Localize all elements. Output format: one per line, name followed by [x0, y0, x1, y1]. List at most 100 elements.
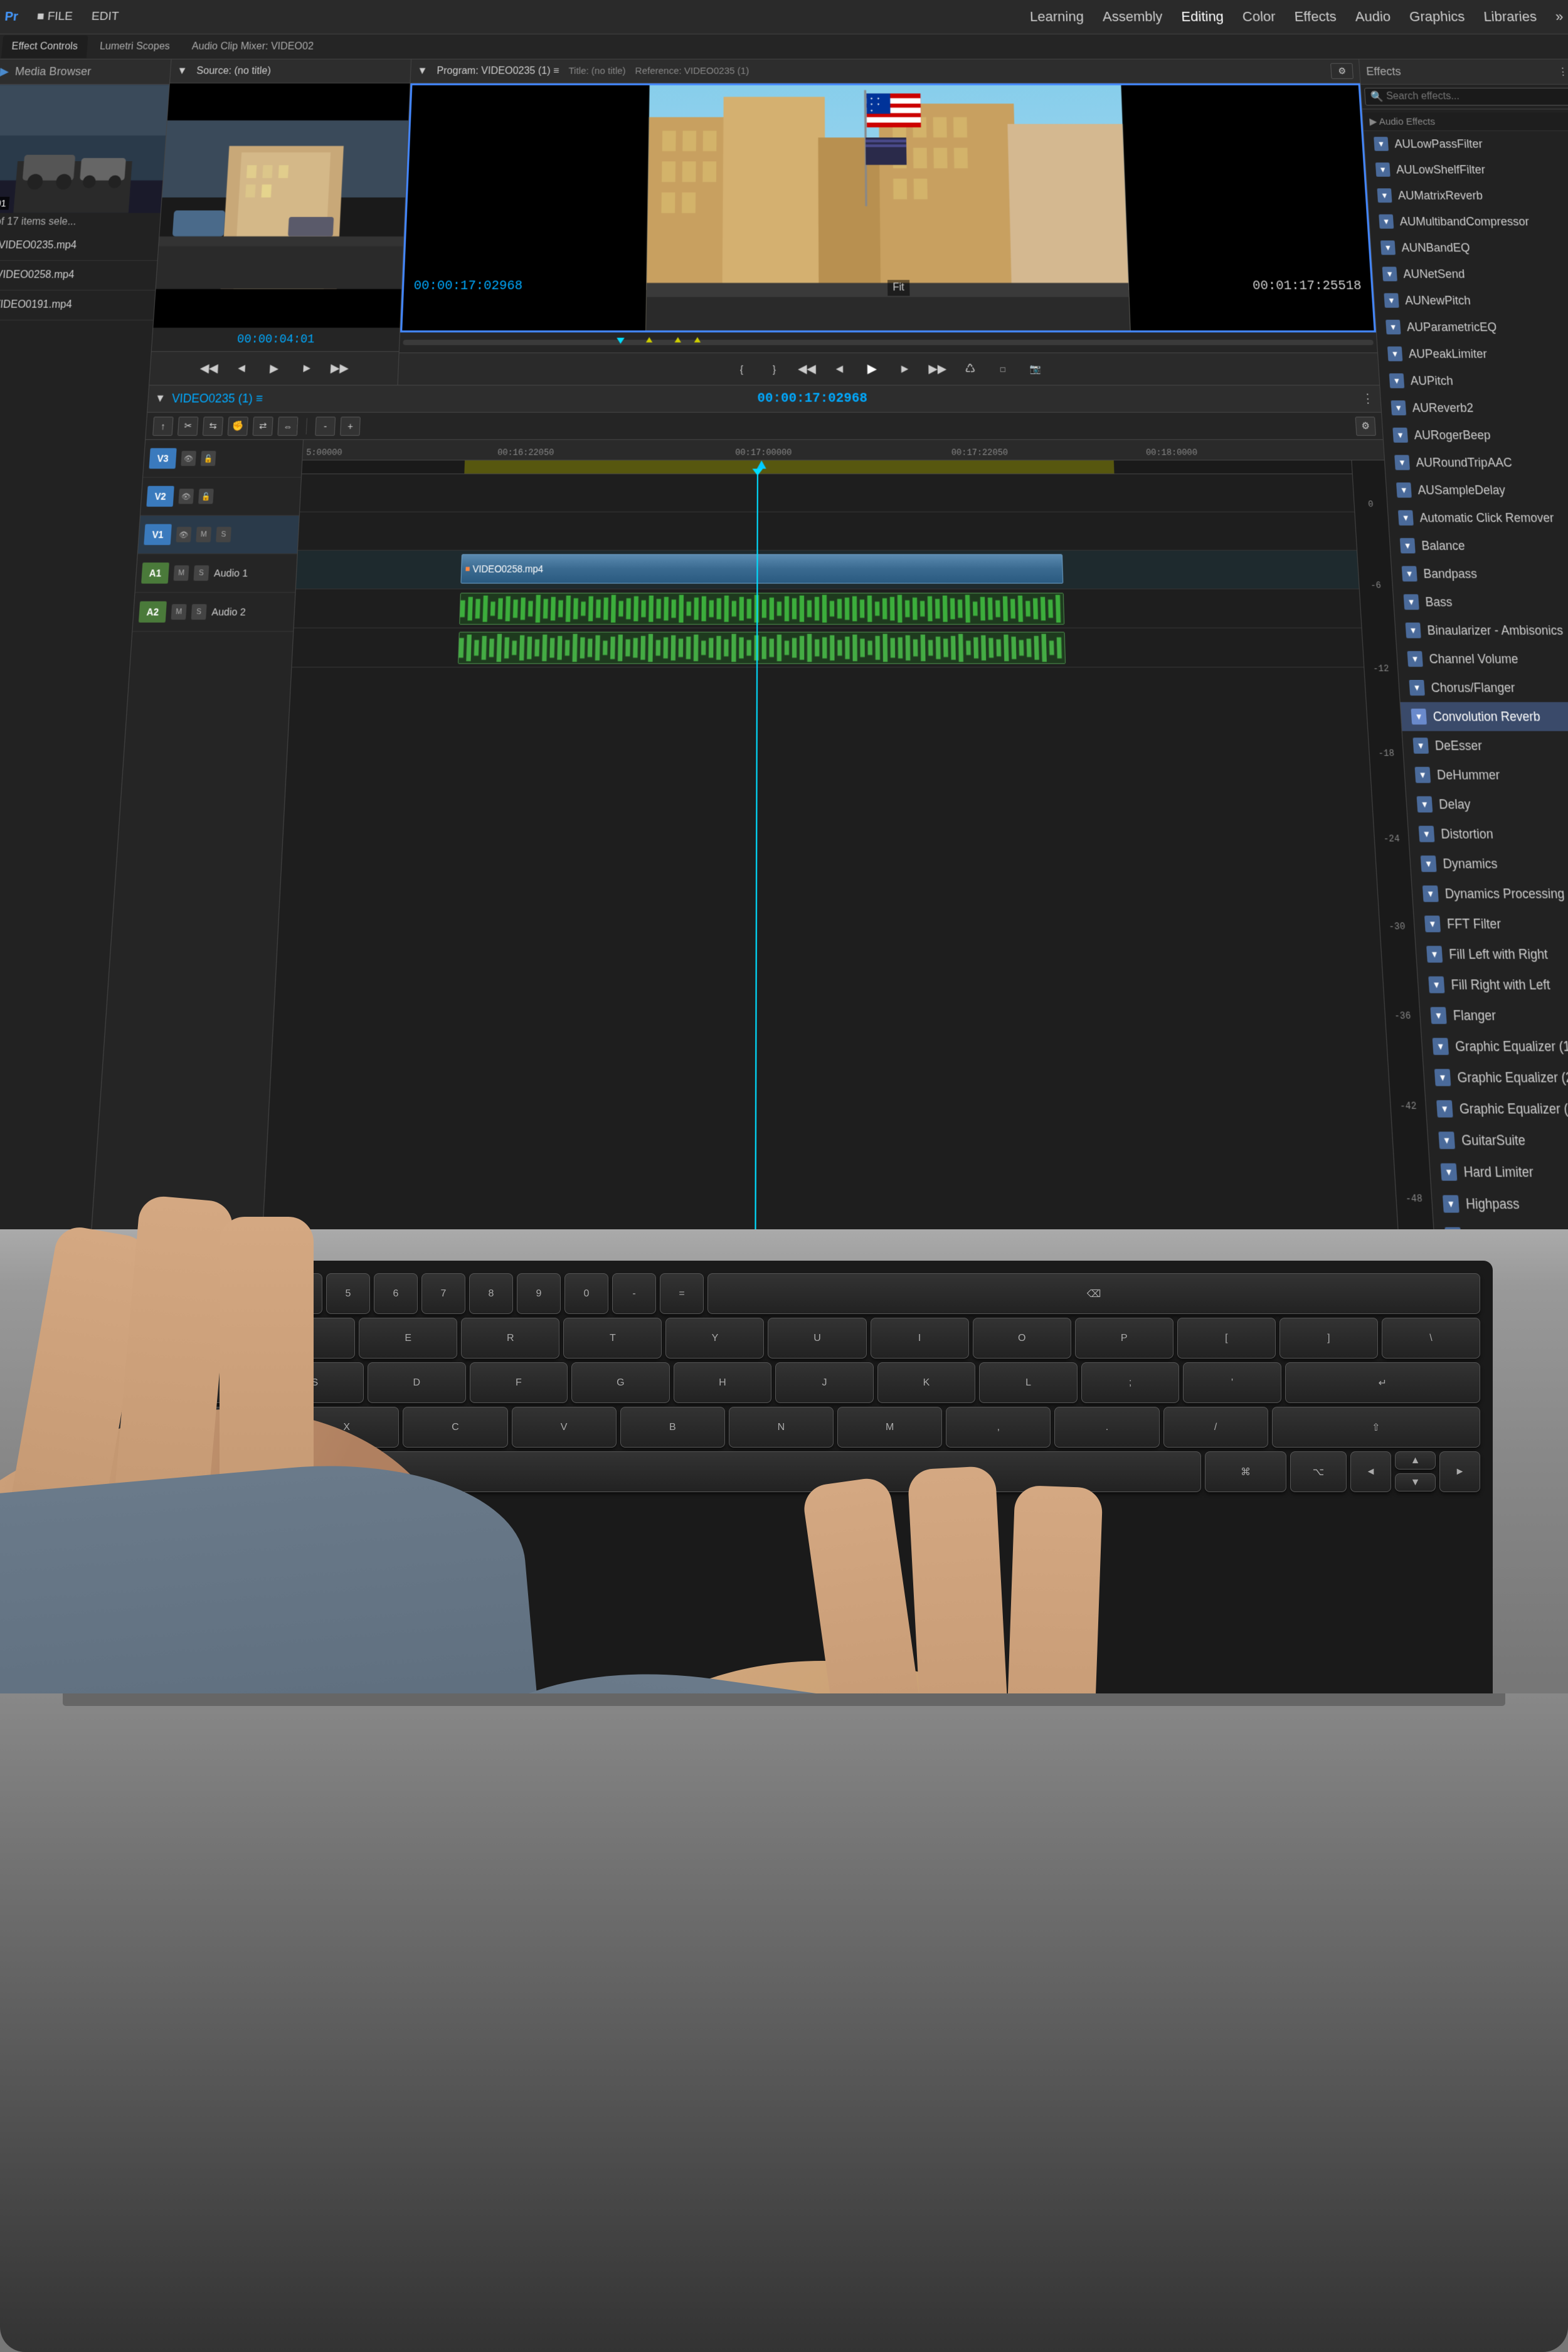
track-v1-eye[interactable]: 👁 — [176, 527, 191, 542]
media-list-item-2[interactable]: ▶ VIDEO0258.mp4 — [0, 261, 157, 290]
program-scrubber[interactable] — [400, 332, 1377, 352]
key-d[interactable]: D — [368, 1362, 466, 1403]
key-bracket-left[interactable]: [ — [1177, 1318, 1276, 1359]
key-minus[interactable]: - — [612, 1273, 656, 1314]
prog-ctrl-mark-in[interactable]: { — [732, 359, 751, 379]
track-a2-m[interactable]: M — [171, 604, 187, 620]
effect-item-graphic-eq-10[interactable]: ▼ Graphic Equalizer (10 Bands) — [1421, 1031, 1568, 1062]
media-list-item-3[interactable]: ▶ VIDEO0191.mp4 — [0, 290, 155, 320]
effect-item-aunewpitch[interactable]: ▼ AUNewPitch — [1374, 287, 1568, 314]
key-0[interactable]: 0 — [564, 1273, 608, 1314]
key-r[interactable]: R — [461, 1318, 559, 1359]
tl-tool-zoom-out[interactable]: - — [315, 416, 336, 435]
tab-audio-clip-mixer[interactable]: Audio Clip Mixer: VIDEO02 — [182, 35, 324, 58]
key-option-right[interactable]: ⌥ — [1290, 1451, 1347, 1492]
key-u[interactable]: U — [768, 1318, 866, 1359]
effect-item-flanger[interactable]: ▼ Flanger — [1419, 1000, 1568, 1031]
effect-item-highpass[interactable]: ▼ Highpass — [1431, 1188, 1568, 1220]
key-7[interactable]: 7 — [421, 1273, 465, 1314]
key-3[interactable]: 3 — [231, 1273, 275, 1314]
tl-tool-ripple[interactable]: ✂ — [177, 416, 198, 435]
key-slash[interactable]: / — [1163, 1407, 1268, 1448]
effect-item-aureverb2[interactable]: ▼ AUReverb2 — [1380, 395, 1568, 421]
key-shift-right[interactable]: ⇧ — [1272, 1407, 1480, 1448]
prog-ctrl-mark-out[interactable]: } — [765, 359, 784, 379]
key-j[interactable]: J — [775, 1362, 874, 1403]
prog-ctrl-safe-margins[interactable]: □ — [993, 359, 1013, 379]
effect-item-auparametriceq[interactable]: ▼ AUParametricEQ — [1375, 314, 1568, 341]
timeline-menu-btn[interactable]: ⋮ — [1362, 391, 1374, 406]
key-g[interactable]: G — [571, 1362, 670, 1403]
key-semicolon[interactable]: ; — [1081, 1362, 1180, 1403]
menu-graphics[interactable]: Graphics — [1409, 9, 1465, 25]
media-list-item[interactable]: ▶ VIDEO0235.mp4 — [0, 231, 159, 261]
key-tab[interactable]: Tab — [88, 1318, 151, 1359]
key-b[interactable]: B — [620, 1407, 725, 1448]
ctrl-step-fwd[interactable]: ► — [297, 358, 317, 378]
effect-item-aunetsend[interactable]: ▼ AUNetSend — [1372, 261, 1568, 287]
effect-item-fill-left[interactable]: ▼ Fill Left with Right — [1416, 939, 1568, 970]
key-2[interactable]: 2 — [183, 1273, 227, 1314]
effect-item-dynamics-processing[interactable]: ▼ Dynamics Processing — [1412, 879, 1568, 909]
menu-audio[interactable]: Audio — [1355, 9, 1391, 25]
tab-lumetri[interactable]: Lumetri Scopes — [90, 35, 181, 58]
key-option[interactable]: ⌥ — [189, 1451, 246, 1492]
menu-effects[interactable]: Effects — [1294, 9, 1337, 25]
effect-item-graphic-eq-20[interactable]: ▼ Graphic Equalizer (20 Bands) — [1423, 1062, 1568, 1093]
track-v1-m[interactable]: M — [196, 527, 211, 542]
key-caps[interactable]: Caps — [88, 1362, 160, 1403]
key-l[interactable]: L — [979, 1362, 1078, 1403]
effect-item-aunbandeq[interactable]: ▼ AUNBandEQ — [1370, 235, 1568, 261]
key-x[interactable]: X — [294, 1407, 399, 1448]
key-9[interactable]: 9 — [517, 1273, 561, 1314]
track-v3-lock[interactable]: 🔓 — [201, 451, 216, 466]
key-i[interactable]: I — [871, 1318, 969, 1359]
effect-item-hard-limiter[interactable]: ▼ Hard Limiter — [1429, 1156, 1568, 1188]
prog-ctrl-go-out[interactable]: ▶▶ — [928, 359, 948, 379]
effect-item-aurogerbeep[interactable]: ▼ AURogerBeep — [1382, 421, 1568, 449]
key-k[interactable]: K — [877, 1362, 976, 1403]
program-monitor-menu-icon[interactable]: ▼ — [417, 65, 428, 77]
effect-item-dynamics[interactable]: ▼ Dynamics — [1410, 849, 1568, 879]
key-fn[interactable]: fn — [88, 1451, 132, 1492]
key-arrow-down[interactable]: ▼ — [1395, 1473, 1436, 1491]
effect-item-aulowpassfilter[interactable]: ▼ AULowPassFilter — [1364, 131, 1568, 157]
effect-item-dehummer[interactable]: ▼ DeHummer — [1404, 760, 1568, 790]
key-h[interactable]: H — [674, 1362, 772, 1403]
key-n[interactable]: N — [729, 1407, 834, 1448]
effect-item-guitarsuite[interactable]: ▼ GuitarSuite — [1428, 1125, 1568, 1156]
key-comma[interactable]: , — [946, 1407, 1051, 1448]
menu-file[interactable]: ■ FILE — [36, 10, 73, 24]
key-v[interactable]: V — [512, 1407, 617, 1448]
prog-ctrl-step-fwd[interactable]: ► — [895, 359, 915, 379]
effect-item-delay[interactable]: ▼ Delay — [1406, 790, 1568, 819]
key-period[interactable]: . — [1054, 1407, 1159, 1448]
effect-item-balance[interactable]: ▼ Balance — [1389, 532, 1568, 560]
key-shift-left[interactable]: ⇧ — [88, 1407, 182, 1448]
tl-tool-slip[interactable]: ⇄ — [253, 416, 273, 435]
video-clip[interactable]: ■ VIDEO0258.mp4 — [460, 554, 1063, 583]
effect-item-aumatrixreverb[interactable]: ▼ AUMatrixReverb — [1367, 183, 1568, 208]
key-tilde[interactable]: ~ — [88, 1273, 132, 1314]
tl-tool-zoom-in[interactable]: + — [340, 416, 361, 435]
key-p[interactable]: P — [1075, 1318, 1173, 1359]
key-c[interactable]: C — [403, 1407, 507, 1448]
key-equals[interactable]: = — [660, 1273, 704, 1314]
prog-ctrl-play[interactable]: ► — [862, 359, 882, 379]
key-f[interactable]: F — [470, 1362, 568, 1403]
key-arrow-left[interactable]: ◄ — [1350, 1451, 1391, 1492]
tl-settings[interactable]: ⚙ — [1355, 416, 1376, 435]
key-4[interactable]: 4 — [278, 1273, 322, 1314]
prog-ctrl-step-back[interactable]: ◄ — [830, 359, 849, 379]
effect-item-distortion[interactable]: ▼ Distortion — [1408, 819, 1568, 849]
key-cmd-left[interactable]: ⌘ — [250, 1451, 331, 1492]
menu-editing[interactable]: Editing — [1181, 9, 1224, 25]
key-y[interactable]: Y — [665, 1318, 764, 1359]
key-e[interactable]: E — [359, 1318, 457, 1359]
tl-tool-slide[interactable]: ⇔ — [277, 416, 298, 435]
prog-ctrl-loop[interactable]: ♺ — [960, 359, 980, 379]
key-q[interactable]: Q — [154, 1318, 253, 1359]
effect-item-auroundtripaac[interactable]: ▼ AURoundTripAAC — [1384, 449, 1568, 477]
ctrl-go-start[interactable]: ◀◀ — [199, 358, 220, 378]
track-v2-lock[interactable]: 🔓 — [198, 489, 214, 504]
